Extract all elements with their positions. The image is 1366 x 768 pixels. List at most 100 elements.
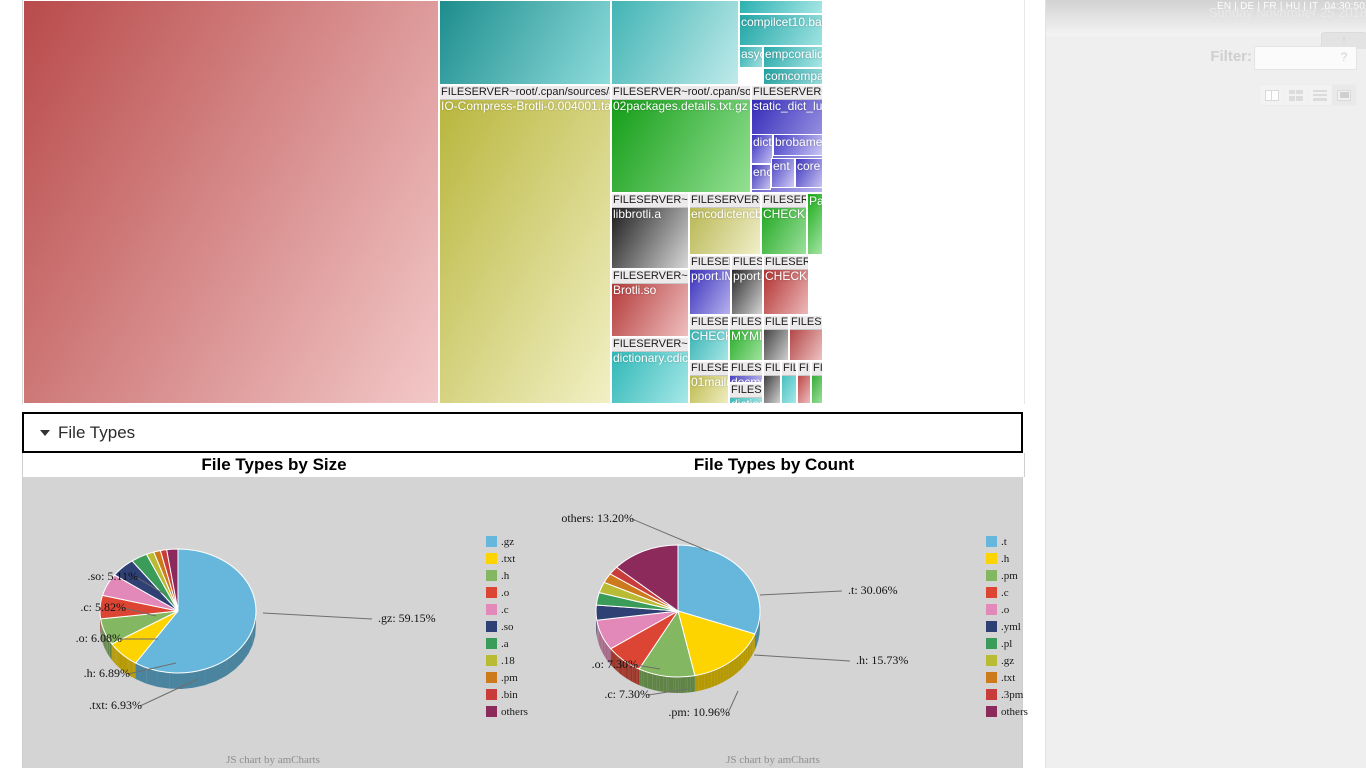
pie-slice-side bbox=[132, 661, 134, 678]
treemap-cell-path: FILESERV bbox=[690, 256, 730, 270]
treemap-cell[interactable] bbox=[439, 0, 611, 85]
filter-input[interactable] bbox=[1258, 49, 1336, 68]
treemap-cell[interactable]: FILESERVER~rodictionary.cdictio bbox=[611, 337, 689, 404]
pie-slice-side bbox=[639, 669, 642, 686]
treemap-cell[interactable]: Pa bbox=[807, 193, 823, 255]
treemap-cell-path: FILESERVER~ro bbox=[612, 338, 688, 352]
treemap-cell-label: pport.h bbox=[733, 269, 762, 283]
legend-swatch bbox=[486, 638, 497, 649]
treemap-cell[interactable]: FILESERVER~root/.cpan/sources/au IO-Compr… bbox=[439, 85, 611, 404]
legend-swatch bbox=[986, 706, 997, 717]
disk-usage-treemap[interactable]: compilcet10.bac empcoralidasyoucomcompas F… bbox=[22, 0, 1025, 404]
pie-slice-side bbox=[743, 648, 746, 667]
treemap-cell[interactable]: FILE bbox=[763, 361, 781, 404]
treemap-cell[interactable]: FILESERMYMIMM bbox=[729, 315, 763, 361]
treemap-cell-path: FI bbox=[798, 362, 810, 376]
pie-slice-side bbox=[726, 662, 729, 681]
legend-label: .c bbox=[1001, 586, 1009, 599]
view-mode-toggle-group[interactable] bbox=[1259, 84, 1357, 106]
pie-slice-side bbox=[643, 670, 646, 688]
treemap-cell[interactable]: asyou bbox=[739, 46, 763, 68]
treemap-cell-label: IO-Compress-Brotli-0.004001.tar.gz bbox=[441, 99, 610, 113]
treemap-cell[interactable]: FILESERVER~rolibbrotli.a bbox=[611, 193, 689, 269]
treemap-cell-label: comcompas bbox=[765, 69, 822, 83]
pie-chart-file-types-by-count[interactable]: JS chart by amCharts .t: 30.06% .h: 15.73… bbox=[523, 477, 1028, 768]
pie-slice-side bbox=[601, 633, 602, 652]
treemap-cell[interactable]: FIL bbox=[781, 361, 797, 404]
treemap-cell[interactable]: brobameco bbox=[773, 134, 823, 156]
treemap-cell[interactable]: FILESERVpport.lM bbox=[689, 255, 731, 315]
legend-swatch bbox=[986, 536, 997, 547]
file-types-title: File Types bbox=[58, 422, 136, 442]
treemap-cell[interactable]: FILES bbox=[763, 315, 789, 361]
treemap-cell-label: libbrotli.a bbox=[613, 207, 662, 221]
treemap-cell-path: FILESER bbox=[730, 362, 762, 376]
treemap-cell-path: FILESER bbox=[690, 316, 728, 330]
pie-slice-side bbox=[603, 638, 605, 656]
treemap-cell[interactable]: comcompas bbox=[763, 68, 823, 85]
treemap-cell[interactable]: enc bbox=[751, 164, 771, 190]
treemap-cell[interactable]: FI bbox=[811, 361, 823, 404]
legend-label: .txt bbox=[501, 552, 516, 565]
treemap-cell[interactable]: FILESERVER~roencodictencbrot bbox=[689, 193, 761, 255]
treemap-cell-path: FILESE bbox=[790, 316, 822, 330]
treemap-cell-label: compilcet10.bac bbox=[741, 15, 822, 29]
treemap-cell[interactable]: FILESERCHECKS bbox=[763, 255, 809, 315]
legend-label: .so bbox=[501, 620, 514, 633]
date-label: Sunday November 25 2018 bbox=[1208, 5, 1366, 20]
caret-down-icon[interactable] bbox=[40, 429, 50, 436]
treemap-cell[interactable]: empcoralid bbox=[763, 46, 823, 68]
treemap-cell-path: FI bbox=[812, 362, 822, 376]
treemap-cell[interactable]: compilcet10.bac bbox=[739, 14, 823, 46]
treemap-cell[interactable]: FILESE bbox=[789, 315, 823, 361]
treemap-cell[interactable]: FI bbox=[797, 361, 811, 404]
help-icon[interactable]: ? bbox=[1337, 49, 1351, 65]
pie-slice-side bbox=[133, 661, 135, 679]
treemap-cell-label: static_dict_lut.h bbox=[753, 99, 822, 113]
treemap-cell[interactable]: FILESERVER~root/.cpan/sour 02packages.det… bbox=[611, 85, 751, 193]
treemap-cell[interactable] bbox=[611, 0, 739, 85]
view-mode-grid[interactable] bbox=[1284, 85, 1308, 105]
treemap-cell[interactable]: FILESERVERCHECKSUMS bbox=[761, 193, 807, 255]
legend-swatch bbox=[486, 587, 497, 598]
treemap-cell[interactable]: FILESERdictiona bbox=[729, 383, 763, 404]
view-mode-list-detail[interactable] bbox=[1332, 85, 1356, 105]
treemap-cell-path: FILESERVER bbox=[762, 194, 806, 208]
treemap-cell[interactable]: dictio bbox=[751, 134, 773, 164]
treemap-cell-label: pport.lM bbox=[691, 269, 730, 283]
filter-box[interactable]: ? bbox=[1254, 46, 1357, 70]
file-types-section-header[interactable]: File Types bbox=[22, 412, 1023, 453]
view-mode-columns[interactable] bbox=[1260, 85, 1284, 105]
treemap-cell-label: 02packages.details.txt.gz bbox=[613, 99, 748, 113]
view-mode-list-compact[interactable] bbox=[1308, 85, 1332, 105]
amcharts-credit-count: JS chart by amCharts bbox=[726, 754, 820, 766]
pie-slice-side bbox=[671, 676, 674, 693]
pie-slice-callout: .t: 30.06% bbox=[848, 583, 898, 597]
legend-label: .o bbox=[1001, 603, 1010, 616]
treemap-cell-path: FILESER bbox=[690, 362, 728, 376]
pie-slice-side bbox=[115, 647, 116, 665]
treemap-cell[interactable]: ent bbox=[771, 158, 795, 188]
pie-chart-file-types-by-size[interactable]: JS chart by amCharts .gz: 59.15% .txt: 6.… bbox=[23, 477, 528, 768]
pie-slice-side bbox=[649, 673, 653, 690]
treemap-cell[interactable] bbox=[23, 0, 439, 404]
pie-slice-side bbox=[169, 672, 182, 689]
view-grid-icon bbox=[1288, 89, 1303, 101]
treemap-cell[interactable] bbox=[739, 0, 823, 14]
legend-label: .pm bbox=[501, 671, 518, 684]
treemap-cell[interactable]: FILESER01mailrc bbox=[689, 361, 729, 404]
legend-swatch bbox=[986, 655, 997, 666]
pie-slice-side bbox=[701, 673, 705, 691]
treemap-cell-label: decmpre bbox=[731, 375, 762, 383]
pie-slice-side bbox=[641, 669, 644, 687]
treemap-cell[interactable]: FILESERdecmpre bbox=[729, 361, 763, 383]
legend-label: .h bbox=[501, 569, 510, 582]
treemap-cell[interactable]: FILESERVER~roBrotli.so bbox=[611, 269, 689, 337]
legend-swatch bbox=[486, 553, 497, 564]
pie-slice-side bbox=[738, 653, 742, 672]
treemap-cell[interactable]: FILESERCHECKT bbox=[689, 315, 729, 361]
treemap-cell-path: FILESERVER~r bbox=[752, 86, 822, 100]
pie-leader-line bbox=[753, 654, 851, 662]
treemap-cell[interactable]: core bbox=[795, 158, 823, 188]
treemap-cell[interactable]: FILESERVpport.h bbox=[731, 255, 763, 315]
